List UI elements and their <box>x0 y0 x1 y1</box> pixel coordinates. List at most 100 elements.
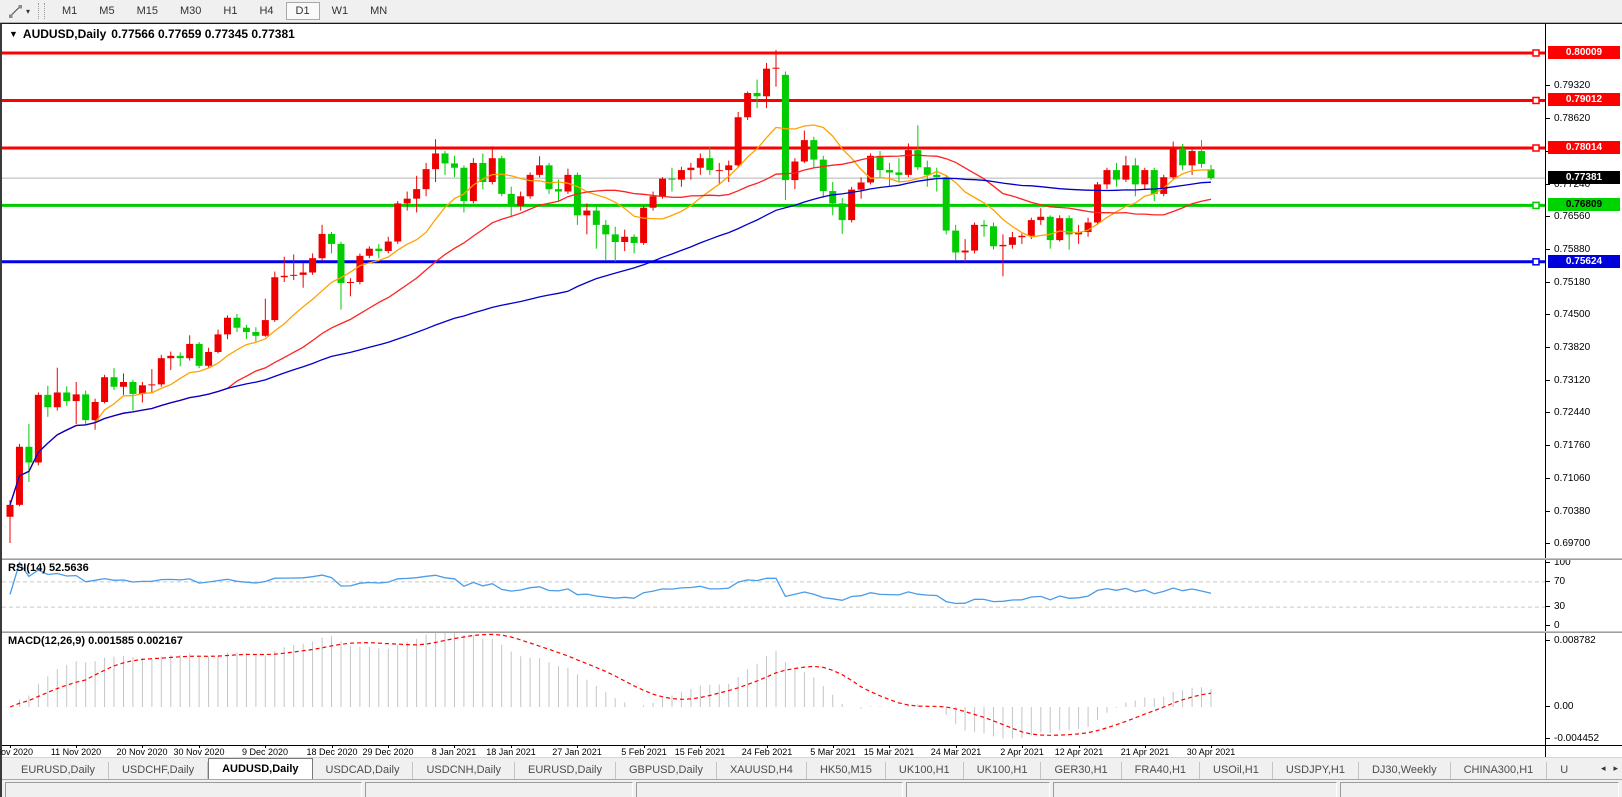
tab-scroll-right-icon[interactable]: ▸ <box>1611 763 1620 774</box>
chart-tab-usdchf-daily[interactable]: USDCHF,Daily <box>109 762 209 779</box>
date-tick-label: 9 Dec 2020 <box>241 747 289 757</box>
timeframe-button-w1[interactable]: W1 <box>322 2 359 20</box>
macd-axis: 0.008782 0.00 -0.004452 <box>1545 633 1622 745</box>
macd-plot[interactable] <box>2 633 1545 745</box>
rsi-scale-label: 100 <box>1546 560 1571 569</box>
date-tick-label: 15 Feb 2021 <box>674 747 726 757</box>
price-tick-label: 0.71060 <box>1546 473 1590 485</box>
price-tick-label: 0.79320 <box>1546 80 1590 92</box>
date-tick-label: 12 Apr 2021 <box>1054 747 1104 757</box>
timeframe-button-m1[interactable]: M1 <box>52 2 87 20</box>
timeframe-button-m5[interactable]: M5 <box>89 2 124 20</box>
timeframe-button-mn[interactable]: MN <box>360 2 397 20</box>
chart-title: ▼ AUDUSD,Daily 0.77566 0.77659 0.77345 0… <box>9 27 295 41</box>
price-tick-label: 0.75180 <box>1546 277 1590 289</box>
chart-tab-xauusd-h4[interactable]: XAUUSD,H4 <box>717 762 807 779</box>
date-axis[interactable]: 2 Nov 2020 11 Nov 2020 20 Nov 2020 30 Nov 2… <box>0 745 1622 757</box>
toolbar-grip <box>38 3 46 19</box>
chart-tab-dj30-weekly[interactable]: DJ30,Weekly <box>1359 762 1451 779</box>
timeframe-button-d1[interactable]: D1 <box>285 2 320 20</box>
rsi-axis: 100 70 30 0 <box>1545 560 1622 631</box>
price-tick-label: 0.73820 <box>1546 342 1590 354</box>
main-chart-panel: ▼ AUDUSD,Daily 0.77566 0.77659 0.77345 0… <box>2 24 1622 558</box>
date-tick-label: 30 Nov 2020 <box>173 747 225 757</box>
rsi-scale-label: 0 <box>1546 620 1560 631</box>
crosshair-tool-icon <box>8 4 23 19</box>
current-price-badge: 0.77381 <box>1548 171 1620 184</box>
price-level-badge: 0.78014 <box>1548 141 1620 154</box>
price-level-badge: 0.75624 <box>1548 255 1620 268</box>
date-tick-label: 2 Nov 2020 <box>0 747 34 757</box>
chart-window: ▼ AUDUSD,Daily 0.77566 0.77659 0.77345 0… <box>0 23 1622 797</box>
price-tick-label: 0.73120 <box>1546 375 1590 387</box>
date-tick-label: 5 Feb 2021 <box>621 747 667 757</box>
rsi-panel: RSI(14) 52.5636 100 70 30 0 <box>2 560 1622 631</box>
price-level-badge: 0.80009 <box>1548 46 1620 59</box>
rsi-label: RSI(14) 52.5636 <box>8 562 89 574</box>
chart-tab-gbpusd-daily[interactable]: GBPUSD,Daily <box>616 762 717 779</box>
macd-scale-label: -0.004452 <box>1546 733 1599 745</box>
price-tick-label: 0.74500 <box>1546 309 1590 321</box>
mt4-window: ▾ M1 M5 M15 M30 H1 H4 D1 W1 MN ▼ AUDUSD,Daily 0.… <box>0 0 1622 797</box>
chart-tab-hk50-m15[interactable]: HK50,M15 <box>807 762 886 779</box>
status-cell <box>906 782 1051 797</box>
price-level-badge: 0.76809 <box>1548 198 1620 211</box>
chart-tab-usdcad-daily[interactable]: USDCAD,Daily <box>313 762 414 779</box>
status-cell <box>365 782 633 797</box>
status-cell <box>635 782 904 797</box>
timeframe-toolbar: ▾ M1 M5 M15 M30 H1 H4 D1 W1 MN <box>0 0 1622 23</box>
date-tick-label: 24 Mar 2021 <box>930 747 982 757</box>
status-cell <box>5 782 363 797</box>
timeframe-button-h1[interactable]: H1 <box>213 2 247 20</box>
date-tick-label: 21 Apr 2021 <box>1120 747 1170 757</box>
date-tick-label: 30 Apr 2021 <box>1186 747 1236 757</box>
chart-tab-uk100-h1[interactable]: UK100,H1 <box>964 762 1042 779</box>
price-tick-label: 0.69700 <box>1546 538 1590 550</box>
date-tick-label: 29 Dec 2020 <box>362 747 414 757</box>
date-tick-label: 8 Jan 2021 <box>431 747 477 757</box>
status-bar <box>2 779 1622 797</box>
tab-scroll-left-icon[interactable]: ◂ <box>1599 763 1608 774</box>
symbol-dropdown-icon[interactable]: ▼ <box>9 29 18 39</box>
chart-tab-eurusd-daily[interactable]: EURUSD,Daily <box>8 762 109 779</box>
chart-tab-audusd-daily[interactable]: AUDUSD,Daily <box>208 758 313 779</box>
macd-label: MACD(12,26,9) 0.001585 0.002167 <box>8 635 183 647</box>
macd-scale-label: 0.008782 <box>1546 635 1596 647</box>
tab-scroll-arrows: ◂ ▸ <box>1599 758 1620 779</box>
cursor-tool-button[interactable]: ▾ <box>4 3 34 20</box>
date-tick-label: 2 Apr 2021 <box>1000 747 1044 757</box>
date-tick-label: 20 Nov 2020 <box>116 747 168 757</box>
macd-scale-label: 0.00 <box>1546 701 1573 713</box>
candlestick-plot[interactable] <box>2 24 1545 558</box>
chart-tab-bar: EURUSD,Daily USDCHF,Daily AUDUSD,Daily USDC… <box>2 757 1622 779</box>
chart-tab-uk100-h1[interactable]: UK100,H1 <box>886 762 964 779</box>
price-tick-label: 0.71760 <box>1546 440 1590 452</box>
chart-tab-usdjpy-h1[interactable]: USDJPY,H1 <box>1273 762 1359 779</box>
date-tick-label: 27 Jan 2021 <box>552 747 602 757</box>
date-tick-label: 18 Jan 2021 <box>486 747 536 757</box>
symbol-name: AUDUSD,Daily <box>22 27 107 41</box>
status-cell <box>1053 782 1337 797</box>
date-tick-label: 15 Mar 2021 <box>863 747 915 757</box>
timeframe-button-h4[interactable]: H4 <box>249 2 283 20</box>
price-tick-label: 0.70380 <box>1546 506 1590 518</box>
date-tick-label: 24 Feb 2021 <box>741 747 793 757</box>
chart-tab-usoil-h1[interactable]: USOil,H1 <box>1200 762 1273 779</box>
price-axis[interactable]: 0.793200.786200.779400.772400.765600.758… <box>1545 24 1622 558</box>
rsi-scale-label: 30 <box>1546 601 1565 613</box>
chart-tab-fra40-h1[interactable]: FRA40,H1 <box>1122 762 1201 779</box>
rsi-plot[interactable] <box>2 560 1545 631</box>
macd-panel: MACD(12,26,9) 0.001585 0.002167 0.008782… <box>2 633 1622 745</box>
chart-tab-usdcnh-daily[interactable]: USDCNH,Daily <box>413 762 516 779</box>
status-cell <box>1339 782 1619 797</box>
price-tick-label: 0.76560 <box>1546 211 1590 223</box>
timeframe-button-m30[interactable]: M30 <box>170 2 211 20</box>
chart-tab-china300-h1[interactable]: CHINA300,H1 <box>1451 762 1548 779</box>
price-tick-label: 0.72440 <box>1546 407 1590 419</box>
chart-tab-eurusd-daily[interactable]: EURUSD,Daily <box>515 762 616 779</box>
price-tick-label: 0.78620 <box>1546 113 1590 125</box>
timeframe-button-m15[interactable]: M15 <box>127 2 168 20</box>
chart-tab-u[interactable]: U <box>1547 762 1570 779</box>
price-level-badge: 0.79012 <box>1548 93 1620 106</box>
chart-tab-ger30-h1[interactable]: GER30,H1 <box>1041 762 1122 779</box>
